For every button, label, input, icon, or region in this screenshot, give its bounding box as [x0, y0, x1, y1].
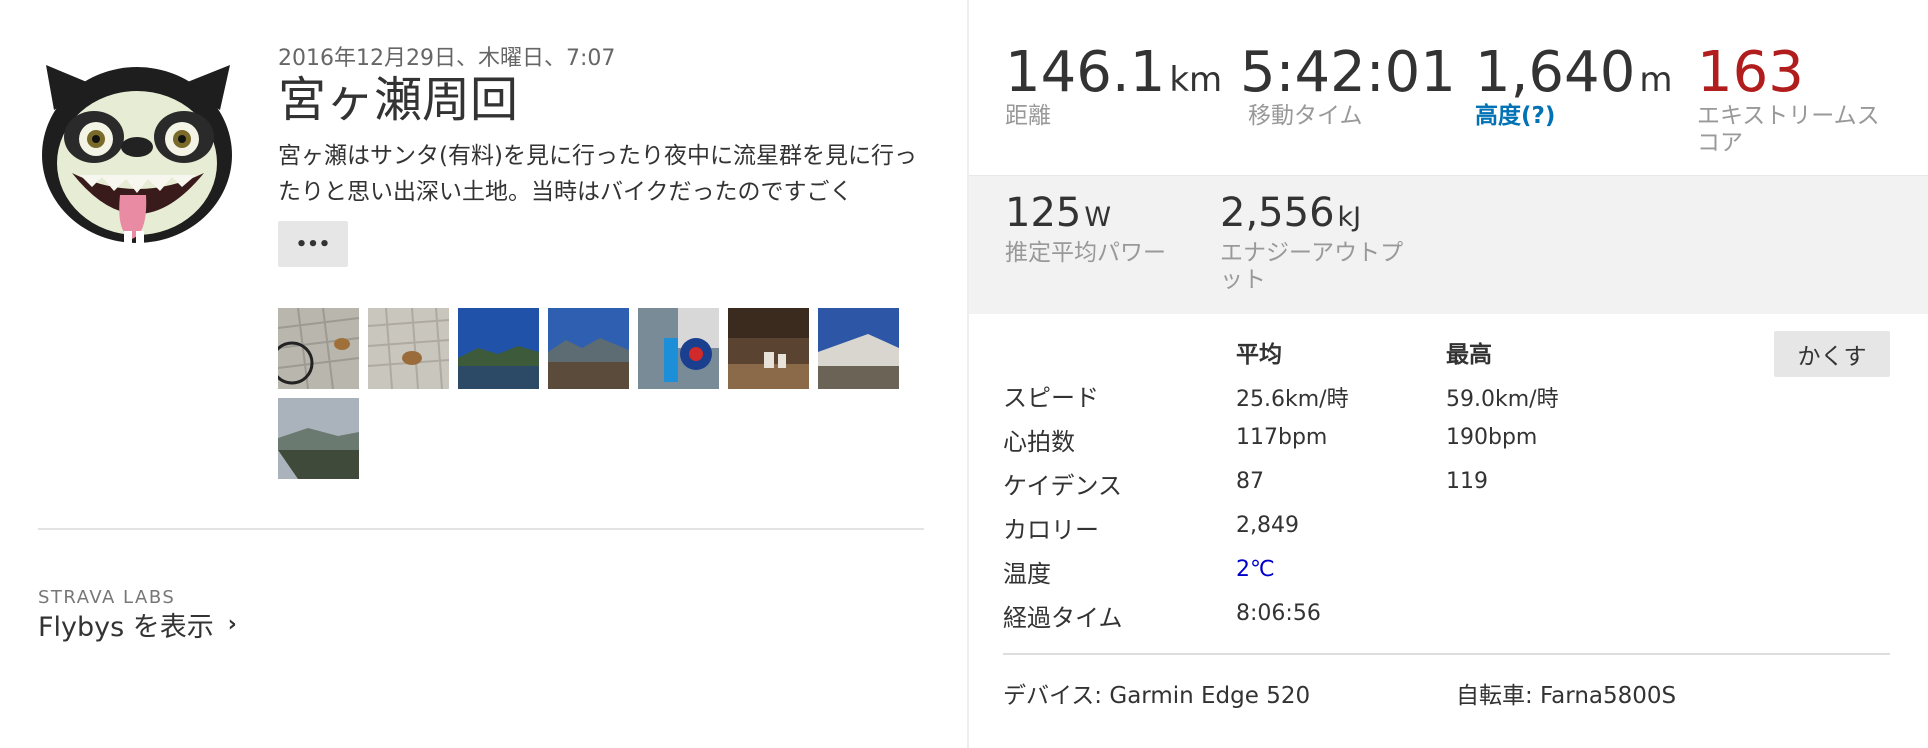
row-label-heart-rate: 心拍数	[1003, 428, 1075, 456]
photo-mountain-field	[548, 308, 629, 389]
stat-extreme-score-label: エキストリームスコア	[1697, 103, 1880, 156]
heart-rate-max: 190bpm	[1446, 425, 1538, 450]
row-label-calories: カロリー	[1003, 516, 1099, 544]
stat-elevation-help-link[interactable]: 高度(?)	[1475, 103, 1555, 130]
calories-value: 2,849	[1236, 513, 1299, 538]
photo-sidewalk-bicycle	[278, 308, 359, 389]
chevron-right-icon: ›	[227, 612, 237, 637]
bike-info[interactable]: 自転車: Farna5800S	[1456, 676, 1676, 710]
cartoon-creature-avatar-icon	[42, 65, 232, 243]
photo-thumbnail[interactable]	[368, 308, 449, 389]
speed-average: 25.6km/時	[1236, 387, 1349, 412]
show-more-button[interactable]: •••	[278, 221, 348, 267]
row-label-elapsed-time: 経過タイム	[1003, 604, 1123, 632]
stat-distance-label: 距離	[1005, 103, 1051, 129]
photo-thumbnail[interactable]	[458, 308, 539, 389]
stat-elevation-value: 1,640 m	[1475, 40, 1673, 105]
column-header-average: 平均	[1236, 342, 1282, 368]
heart-rate-average: 117bpm	[1236, 425, 1328, 450]
speed-max: 59.0km/時	[1446, 387, 1559, 412]
stat-energy-label: エナジーアウトプット	[1220, 240, 1404, 293]
cadence-average: 87	[1236, 469, 1264, 494]
photo-drink-can	[638, 308, 719, 389]
left-divider	[38, 528, 924, 530]
elapsed-time-value: 8:06:56	[1236, 601, 1321, 626]
photo-lake-view	[278, 398, 359, 479]
photo-building-sky	[818, 308, 899, 389]
photo-thumbnail[interactable]	[728, 308, 809, 389]
stat-distance-value: 146.1 km	[1005, 40, 1223, 105]
photo-sidewalk-object	[368, 308, 449, 389]
photo-thumbnail[interactable]	[818, 308, 899, 389]
flybys-link[interactable]: Flybys を表示 ›	[38, 605, 237, 644]
stat-energy-value: 2,556 kJ	[1220, 190, 1362, 236]
hide-details-button[interactable]: かくす	[1774, 331, 1890, 377]
stat-moving-time-label: 移動タイム	[1248, 103, 1363, 129]
photo-thumbnail[interactable]	[278, 308, 359, 389]
activity-description: 宮ヶ瀬はサンタ(有料)を見に行ったり夜中に流星群を見に行ったりと思い出深い土地。…	[278, 143, 917, 205]
stat-avg-power-label: 推定平均パワー	[1005, 240, 1166, 266]
photo-thumbnail[interactable]	[278, 398, 359, 479]
photo-thumbnail[interactable]	[548, 308, 629, 389]
temperature-value: 2℃	[1236, 557, 1275, 582]
athlete-avatar[interactable]	[36, 55, 238, 245]
photo-cafe-interior	[728, 308, 809, 389]
device-info: デバイス: Garmin Edge 520	[1003, 683, 1311, 709]
stat-extreme-score-value: 163	[1697, 40, 1804, 105]
column-header-max: 最高	[1446, 342, 1492, 368]
cadence-max: 119	[1446, 469, 1488, 494]
row-label-temperature: 温度	[1003, 560, 1051, 588]
photo-lake-blue-sky	[458, 308, 539, 389]
photo-thumbnail[interactable]	[638, 308, 719, 389]
stat-moving-time-value: 5:42:01	[1240, 40, 1456, 105]
activity-date: 2016年12月29日、木曜日、7:07	[278, 46, 616, 71]
row-label-cadence: ケイデンス	[1003, 472, 1123, 500]
details-divider	[1003, 653, 1890, 655]
activity-title[interactable]: 宮ヶ瀬周回	[278, 70, 518, 130]
row-label-speed: スピード	[1003, 384, 1099, 412]
flybys-link-label: Flybys を表示	[38, 612, 214, 643]
stat-avg-power-value: 125 W	[1005, 190, 1112, 236]
